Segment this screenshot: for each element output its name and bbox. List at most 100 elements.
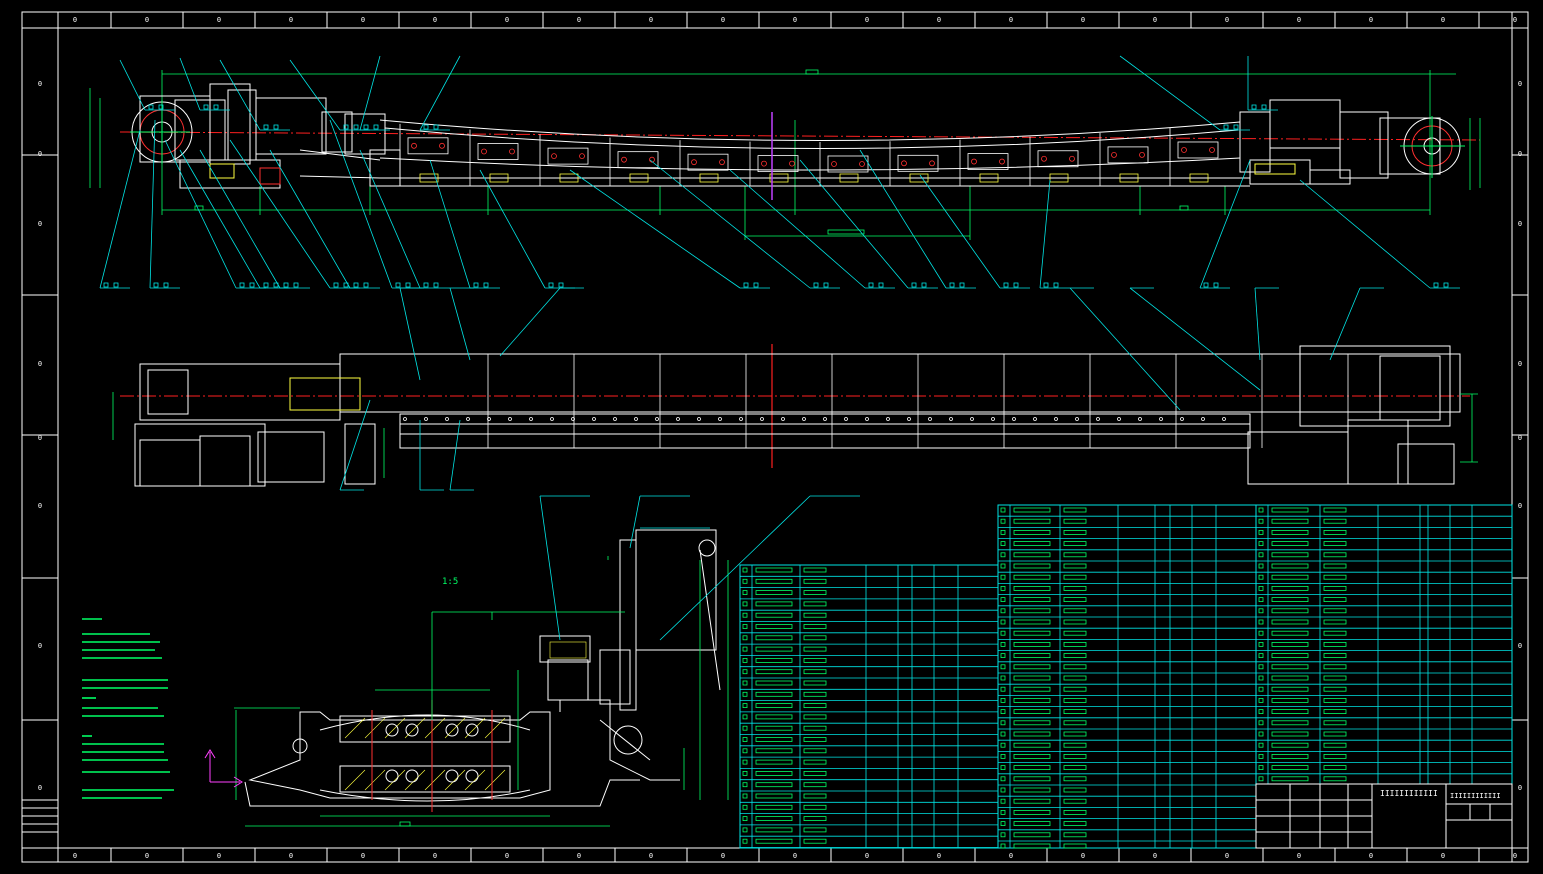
right-zone-label: 0 <box>1518 642 1522 650</box>
left-zone-label: 0 <box>38 360 42 368</box>
table-cell-text <box>803 793 827 799</box>
bottom-zone-label: 0 <box>793 852 797 860</box>
table-cell-text <box>1271 608 1309 614</box>
bottom-zone-label: 0 <box>937 852 941 860</box>
chain-link <box>1222 417 1226 421</box>
table-cell-text <box>1013 530 1051 535</box>
bottom-zone-label: 0 <box>433 852 437 860</box>
table-cell-index <box>1258 597 1264 602</box>
table-cell-text <box>1013 754 1051 759</box>
balloon-marker <box>203 104 209 110</box>
chain-link <box>1138 417 1142 421</box>
pan-bolt <box>971 158 977 165</box>
chain-link <box>613 417 617 421</box>
chain-link <box>802 417 806 421</box>
table-cell-index <box>1000 843 1006 849</box>
bottom-zone-label: 0 <box>865 852 869 860</box>
top-zone-label: 0 <box>73 16 77 24</box>
table-cell-text <box>1013 507 1051 513</box>
table-cell-index <box>742 658 748 663</box>
table-cell-index <box>1258 552 1264 558</box>
table-cell-index <box>742 567 748 573</box>
table-cell-text <box>1271 619 1309 625</box>
table-cell-text <box>1323 765 1347 770</box>
leader-line <box>99 129 141 289</box>
balloon-marker <box>148 104 154 110</box>
table-cell-text <box>1063 832 1087 838</box>
balloon-marker <box>423 124 429 130</box>
balloon-marker <box>949 282 955 288</box>
table-cell-text <box>1271 530 1309 535</box>
leader-line <box>359 149 421 289</box>
balloon-marker <box>273 124 279 130</box>
table-cell-text <box>803 646 827 652</box>
table-cell-text <box>1063 776 1087 782</box>
balloon-marker <box>213 104 219 110</box>
balloon-marker <box>1003 282 1009 288</box>
table-cell-text <box>1063 720 1087 726</box>
pan-bolt <box>1209 147 1215 153</box>
bottom-zone-label: 0 <box>721 852 725 860</box>
table-cell-text <box>1271 686 1309 692</box>
table-cell-index <box>742 646 748 652</box>
top-zone-label: 0 <box>721 16 725 24</box>
balloon-marker <box>283 282 289 288</box>
section-dimensions <box>234 556 729 827</box>
table-cell-index <box>1000 709 1006 714</box>
leader-line <box>119 59 146 111</box>
table-cell-index <box>1000 563 1006 569</box>
table-cell-text <box>1063 843 1087 849</box>
top-zone-label: 0 <box>217 16 221 24</box>
chain-link <box>1180 417 1184 421</box>
table-cell-text <box>1323 731 1347 737</box>
pan-bolt <box>481 148 487 155</box>
chain-link <box>1054 417 1058 421</box>
table-cell-text <box>1271 776 1309 782</box>
left-zone-label: 0 <box>38 80 42 88</box>
table-cell-text <box>1063 765 1087 770</box>
chain-link <box>550 417 554 421</box>
table-cell-text <box>1323 754 1347 759</box>
chain-link <box>970 417 974 421</box>
table-cell-text <box>1063 675 1087 681</box>
table-cell-text <box>1323 642 1347 647</box>
table-cell-index <box>742 725 748 731</box>
table-cell-text <box>1063 541 1087 546</box>
plan-view <box>112 344 1478 487</box>
pan-bolt <box>551 153 557 160</box>
bottom-zone-label: 0 <box>145 852 149 860</box>
leader-line <box>219 59 261 131</box>
table-cell-text <box>755 725 793 731</box>
table-cell-text <box>803 759 827 765</box>
left-zone-label: 0 <box>38 642 42 650</box>
tail-drive-end <box>1239 99 1465 185</box>
table-cell-text <box>755 793 793 799</box>
table-cell-index <box>1258 619 1264 625</box>
table-cell-text <box>1013 810 1051 815</box>
chain-link <box>844 417 848 421</box>
table-cell-text <box>1013 698 1051 703</box>
balloon-marker <box>1261 104 1267 110</box>
chain-link <box>949 417 953 421</box>
balloon-marker <box>1213 282 1219 288</box>
table-cell-text <box>1323 552 1347 558</box>
chain-link <box>634 417 638 421</box>
table-cell-text <box>1013 675 1051 681</box>
table-cell-text <box>1063 563 1087 569</box>
table-cell-text <box>755 703 793 708</box>
table-cell-text <box>1063 642 1087 647</box>
table-cell-index <box>1000 530 1006 535</box>
pan-bolt <box>579 153 585 160</box>
top-zone-label: 0 <box>577 16 581 24</box>
table-cell-index <box>742 624 748 629</box>
table-cell-text <box>1271 720 1309 726</box>
plan-view-leaders <box>339 287 1384 491</box>
table-cell-index <box>1000 698 1006 703</box>
table-cell-text <box>755 612 793 618</box>
table-cell-index <box>1000 552 1006 558</box>
chain-link <box>781 417 785 421</box>
balloon-marker <box>249 282 255 288</box>
balloon-marker <box>878 282 884 288</box>
balloon-marker <box>1443 282 1449 288</box>
bottom-zone-label: 0 <box>1513 852 1517 860</box>
